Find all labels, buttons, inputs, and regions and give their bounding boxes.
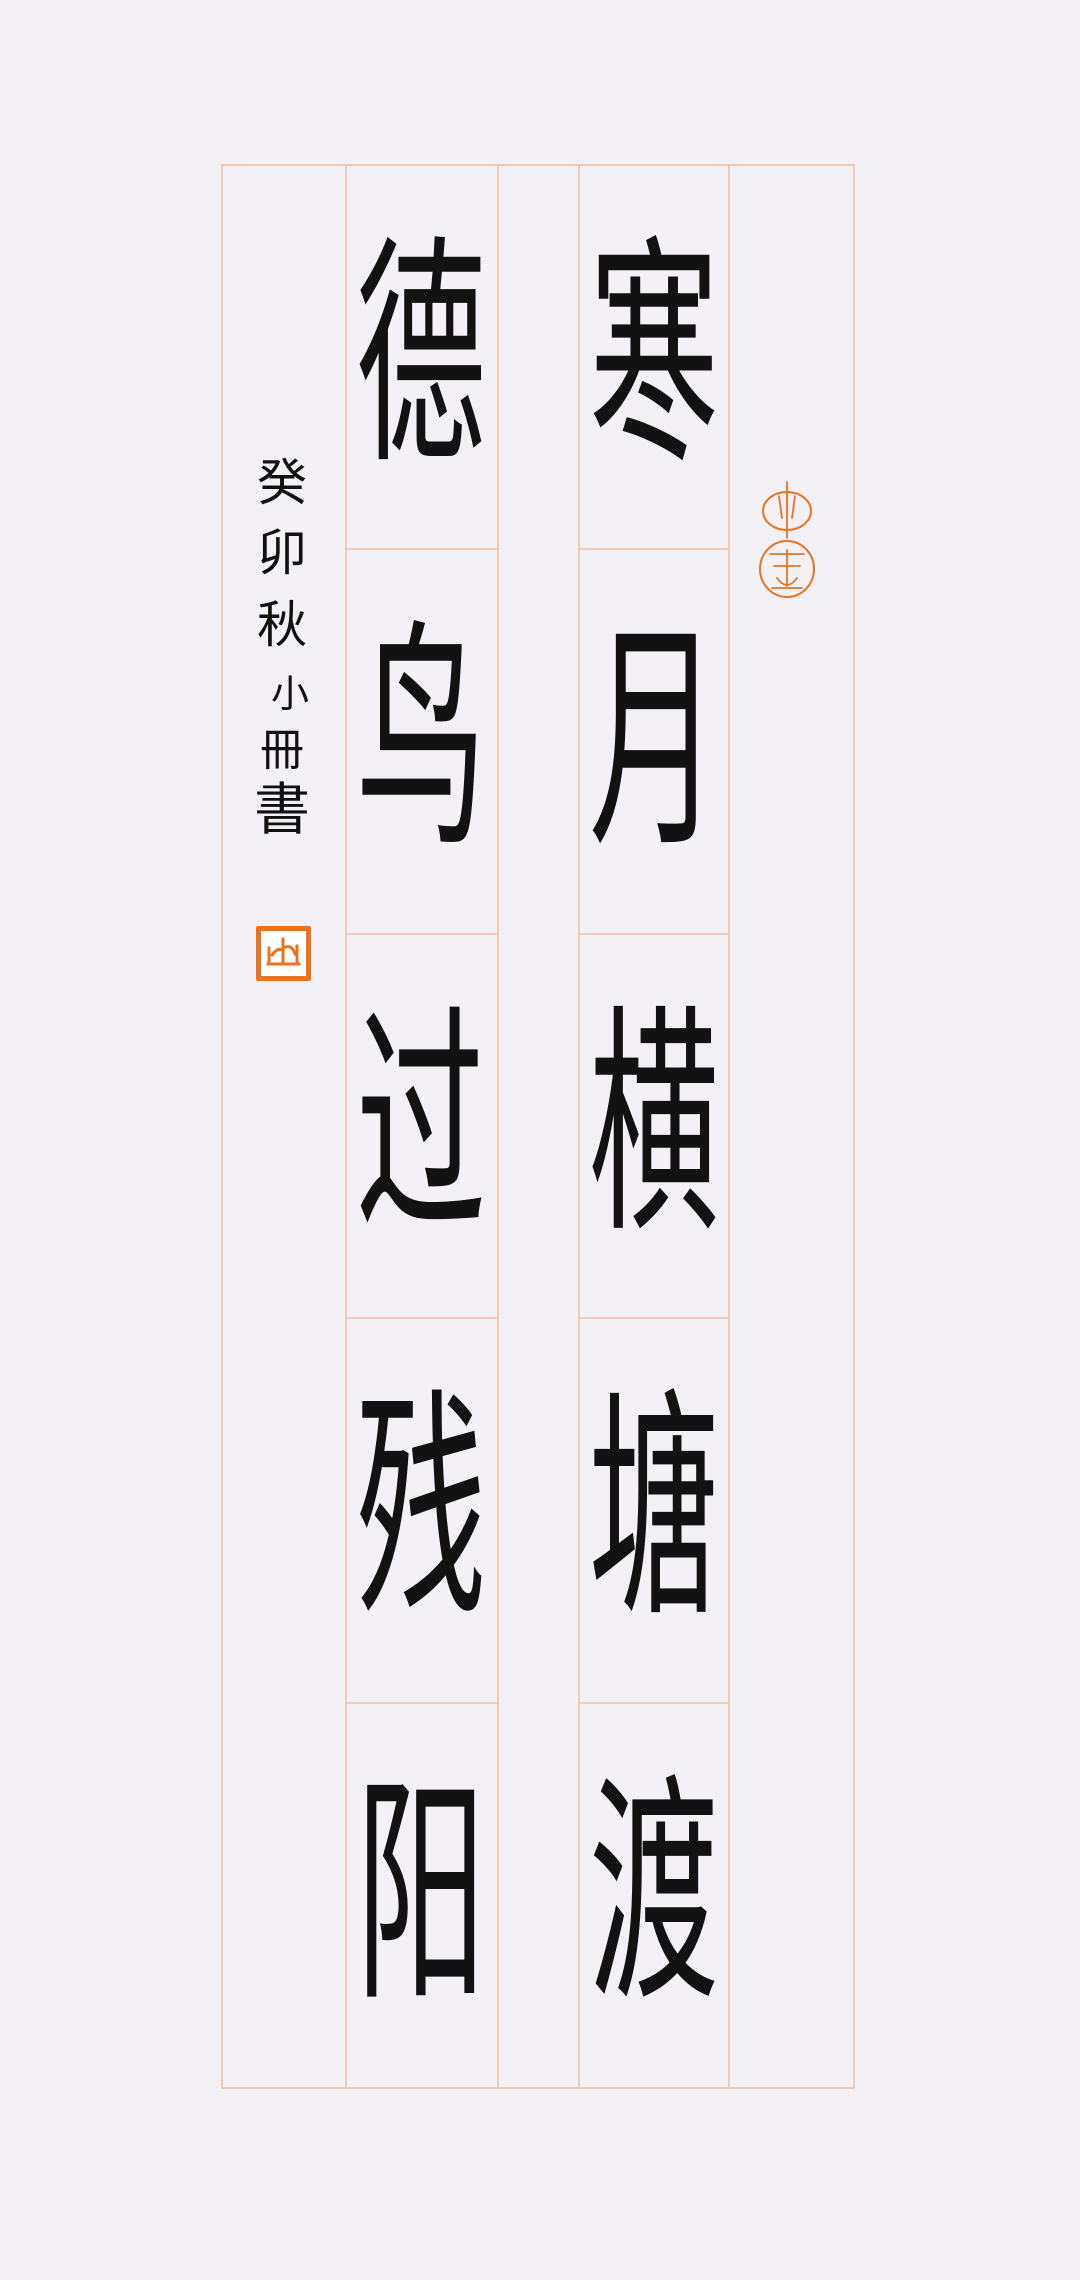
signature-char-1: 癸	[257, 454, 307, 512]
poem-left-char-4: 残	[355, 1368, 487, 1651]
signature-char-3: 秋	[257, 596, 307, 654]
signature-char-2: 卯	[257, 524, 307, 582]
poem-right-char-2: 月	[588, 599, 720, 882]
poem-right-char-5: 渡	[588, 1753, 720, 2036]
grid-frame	[221, 164, 855, 2089]
poem-right-char-3: 横	[588, 984, 720, 1267]
signature-char-4: 小	[270, 672, 309, 716]
poem-left-char-3: 过	[355, 984, 487, 1267]
calligraphy-scroll: 寒 月 横 塘 渡 德 鸟 过 残 阳 癸 卯 秋 小 冊 書	[0, 0, 1080, 2280]
poem-right-char-1: 寒	[588, 215, 720, 498]
poem-left-char-1: 德	[355, 215, 487, 498]
poem-right-char-4: 塘	[588, 1368, 720, 1651]
seal-top	[759, 481, 815, 598]
poem-left-char-2: 鸟	[355, 599, 487, 882]
seal-name	[256, 926, 311, 981]
signature-char-6: 書	[254, 778, 310, 843]
signature-char-5: 冊	[260, 725, 304, 776]
poem-left-char-5: 阳	[355, 1753, 487, 2036]
